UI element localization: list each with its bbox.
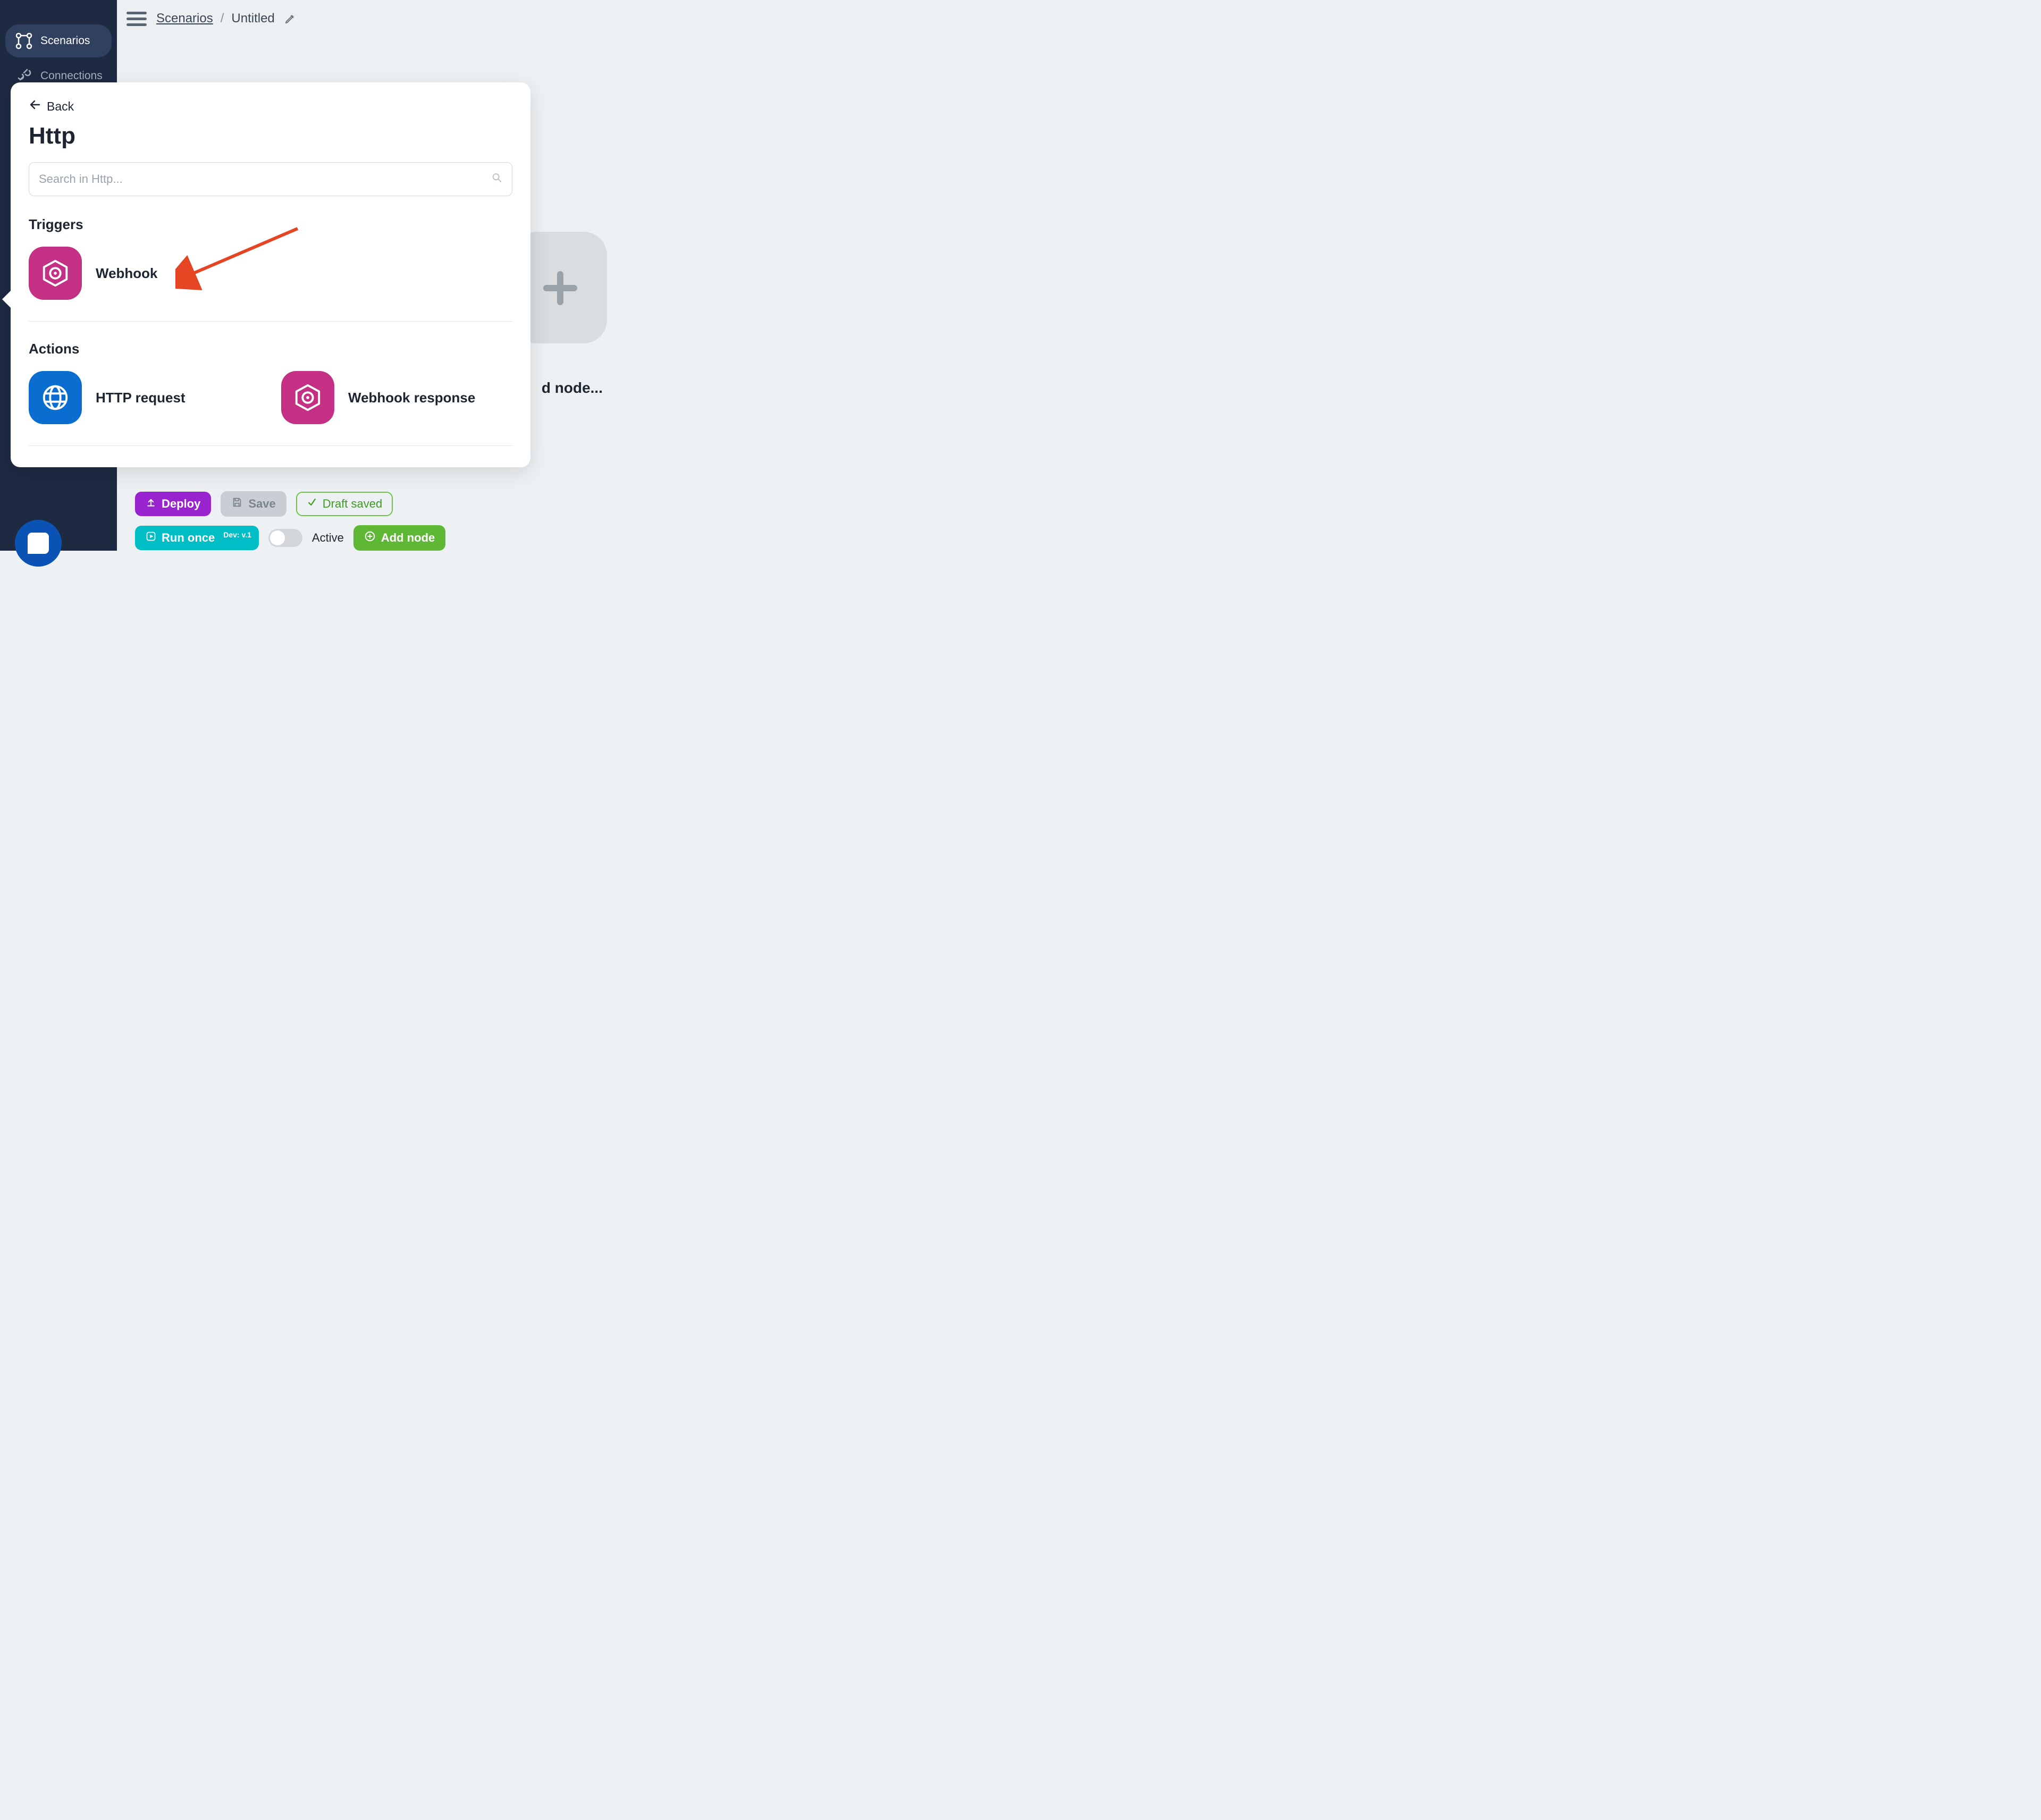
section-triggers-heading: Triggers: [29, 216, 512, 233]
topbar: Scenarios / Untitled: [117, 0, 618, 37]
status-saved: Draft saved: [296, 492, 393, 516]
action-item-label: Webhook response: [348, 390, 475, 406]
save-icon: [231, 496, 243, 511]
arrow-left-icon: [29, 98, 41, 114]
sidebar-item-label: Connections: [40, 70, 103, 82]
sidebar-item-label: Scenarios: [40, 35, 90, 47]
breadcrumb-separator: /: [221, 11, 224, 26]
section-actions-heading: Actions: [29, 341, 512, 357]
plus-icon: [541, 258, 579, 317]
bottom-toolbar: Deploy Save Draft saved Run once Dev: v.…: [135, 491, 612, 551]
breadcrumb-title: Untitled: [231, 11, 274, 26]
help-launcher[interactable]: [15, 520, 62, 567]
search-input[interactable]: [29, 162, 512, 196]
run-version-label: Dev: v.1: [223, 530, 251, 539]
chat-icon: [28, 533, 49, 554]
deploy-button[interactable]: Deploy: [135, 492, 211, 516]
search-icon: [491, 172, 503, 187]
breadcrumb-root-link[interactable]: Scenarios: [156, 11, 213, 26]
sidebar-item-scenarios[interactable]: Scenarios: [5, 24, 112, 57]
webhook-icon: [29, 247, 82, 300]
back-label: Back: [47, 99, 74, 114]
status-saved-label: Draft saved: [323, 497, 383, 511]
scenarios-icon: [15, 32, 33, 50]
action-item-label: HTTP request: [96, 390, 185, 406]
play-icon: [146, 531, 156, 545]
add-node-caption: d node...: [542, 380, 603, 397]
globe-icon: [29, 371, 82, 424]
breadcrumb: Scenarios / Untitled: [156, 11, 296, 26]
check-icon: [307, 497, 317, 511]
menu-toggle-button[interactable]: [126, 12, 147, 26]
edit-title-button[interactable]: [284, 13, 296, 24]
panel-title: Http: [29, 123, 512, 149]
panel-pointer: [2, 290, 12, 309]
trigger-item-label: Webhook: [96, 265, 158, 282]
trigger-item-webhook[interactable]: Webhook: [29, 247, 271, 300]
action-item-http-request[interactable]: HTTP request: [29, 371, 260, 424]
deploy-label: Deploy: [162, 497, 200, 511]
active-toggle[interactable]: [268, 529, 302, 547]
upload-icon: [146, 497, 156, 511]
add-node-button[interactable]: Add node: [353, 525, 445, 551]
webhook-response-icon: [281, 371, 334, 424]
plus-circle-icon: [364, 530, 376, 545]
search-wrap: [29, 162, 512, 196]
node-picker-panel: Back Http Triggers Webhook Actions: [11, 82, 530, 467]
run-once-label: Run once: [162, 531, 215, 545]
action-item-webhook-response[interactable]: Webhook response: [281, 371, 512, 424]
add-node-label: Add node: [381, 531, 435, 545]
save-label: Save: [248, 497, 275, 511]
active-label: Active: [312, 531, 344, 545]
run-once-button[interactable]: Run once Dev: v.1: [135, 526, 259, 550]
save-button[interactable]: Save: [221, 491, 286, 517]
back-button[interactable]: Back: [29, 98, 74, 114]
